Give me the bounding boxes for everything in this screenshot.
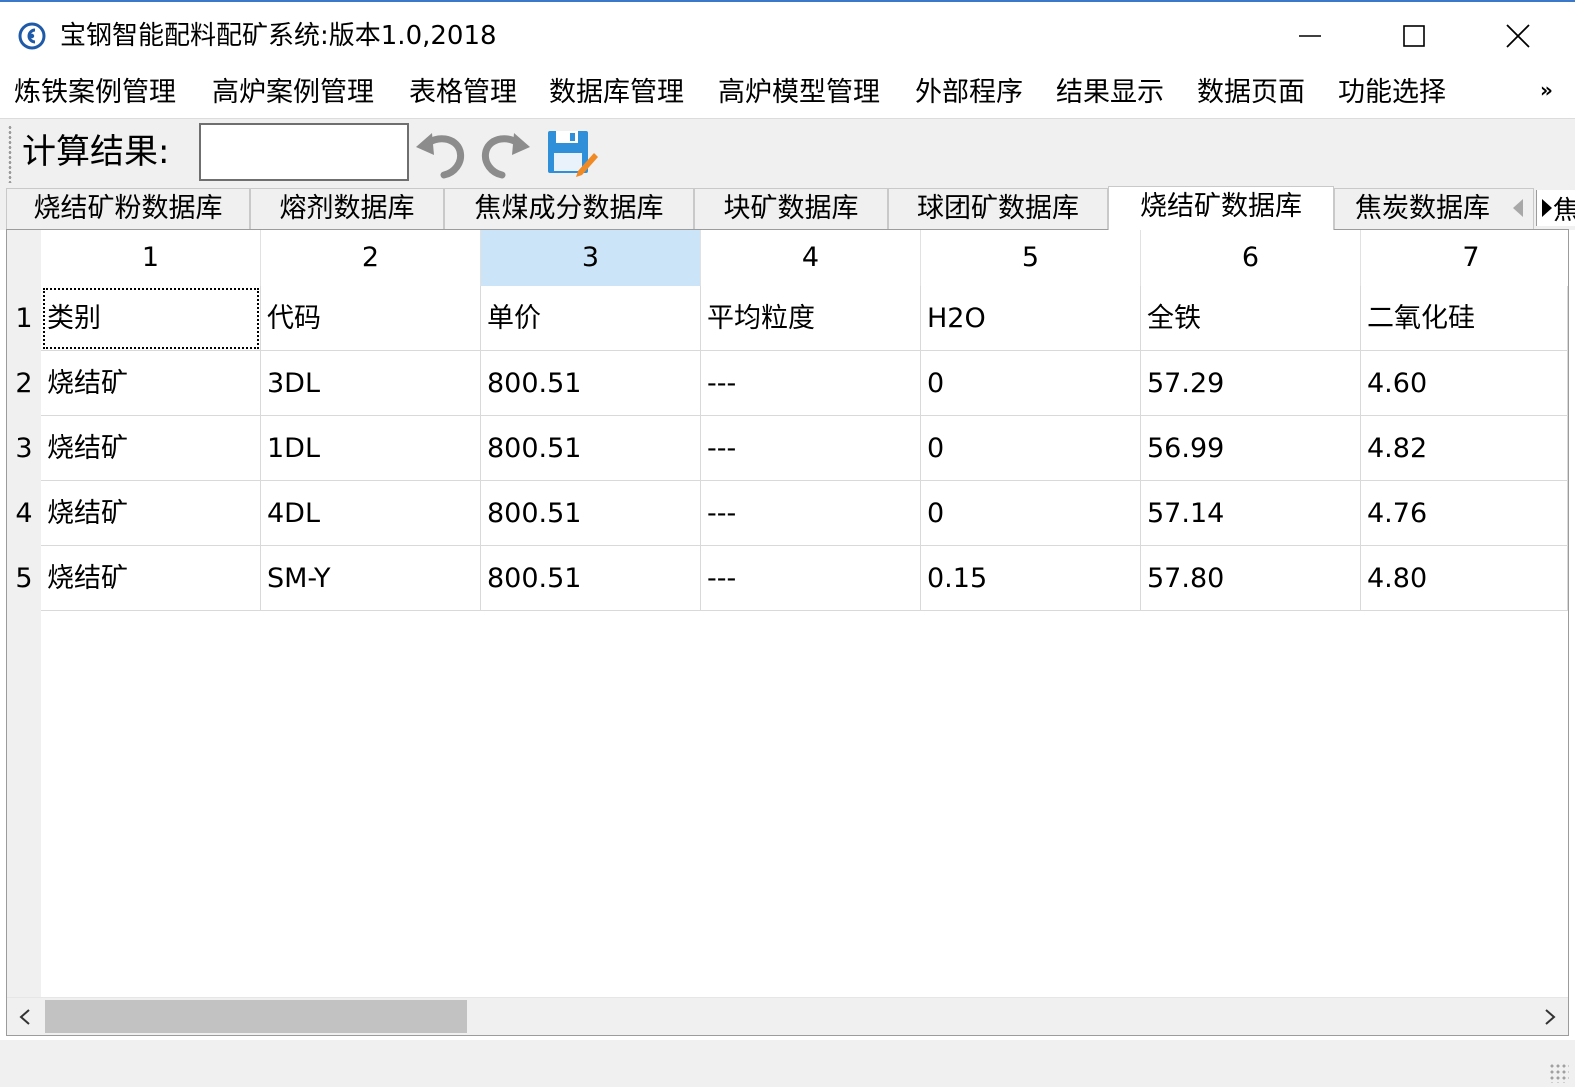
table-cell[interactable]: 烧结矿: [41, 481, 261, 546]
tab-flux-db[interactable]: 熔剂数据库: [250, 188, 444, 230]
chevron-left-icon: [19, 1009, 30, 1025]
table-cell[interactable]: 56.99: [1141, 416, 1361, 481]
menu-data-page[interactable]: 数据页面: [1197, 74, 1305, 112]
menu-bar: 炼铁案例管理 高炉案例管理 表格管理 数据库管理 高炉模型管理 外部程序 结果显…: [0, 68, 1575, 118]
save-icon[interactable]: [544, 125, 600, 181]
menu-blast-furnace-case[interactable]: 高炉案例管理: [212, 74, 374, 112]
calc-result-label: 计算结果:: [22, 132, 170, 172]
table-cell[interactable]: 57.14: [1141, 481, 1361, 546]
table-cell[interactable]: 4.80: [1361, 546, 1568, 611]
database-tabs: 烧结矿粉数据库 熔剂数据库 焦煤成分数据库 块矿数据库 球团矿数据库 烧结矿数据…: [0, 186, 1575, 230]
tab-scroll-right-button[interactable]: 焦: [1536, 190, 1575, 226]
menu-database-management[interactable]: 数据库管理: [549, 74, 684, 112]
minimize-button[interactable]: [1258, 4, 1362, 68]
title-bar: 宝钢智能配料配矿系统:版本1.0,2018: [0, 0, 1575, 68]
column-header-selected[interactable]: 3: [481, 230, 701, 286]
menu-furnace-model[interactable]: 高炉模型管理: [718, 74, 880, 112]
resize-grip-icon[interactable]: [1549, 1063, 1569, 1083]
column-header[interactable]: 1: [41, 230, 261, 286]
row-header[interactable]: 2: [7, 351, 41, 416]
maximize-button[interactable]: [1362, 4, 1466, 68]
menu-external-programs[interactable]: 外部程序: [915, 74, 1023, 112]
table-cell[interactable]: 800.51: [481, 416, 701, 481]
scroll-right-button[interactable]: [1532, 998, 1568, 1035]
calc-result-input[interactable]: [199, 123, 409, 181]
table-cell[interactable]: SM-Y: [261, 546, 481, 611]
triangle-left-icon: [1513, 199, 1523, 217]
column-header[interactable]: 5: [921, 230, 1141, 286]
menu-result-display[interactable]: 结果显示: [1056, 74, 1164, 112]
table-cell[interactable]: 0.15: [921, 546, 1141, 611]
table-cell[interactable]: 0: [921, 481, 1141, 546]
table-cell[interactable]: 烧结矿: [41, 546, 261, 611]
tab-coke-db[interactable]: 焦炭数据库: [1334, 188, 1534, 230]
horizontal-scrollbar[interactable]: [7, 997, 1568, 1035]
toolbar-grip[interactable]: [8, 125, 12, 183]
table-cell[interactable]: ---: [701, 481, 921, 546]
table-cell[interactable]: 烧结矿: [41, 351, 261, 416]
app-logo-icon: [18, 22, 46, 50]
maximize-icon: [1403, 25, 1425, 47]
column-header[interactable]: 4: [701, 230, 921, 286]
tab-sinter-db[interactable]: 烧结矿数据库: [1108, 186, 1334, 230]
table-cell[interactable]: 800.51: [481, 351, 701, 416]
sinter-data-grid[interactable]: 1 2 3 4 5 6 7 1 2 3 4 5 类别 代码 单价 平均粒度 H2…: [6, 229, 1569, 1036]
table-cell[interactable]: 4DL: [261, 481, 481, 546]
scrollbar-thumb[interactable]: [45, 1000, 467, 1033]
tab-scroll-left-button[interactable]: [1506, 190, 1530, 226]
toolbar: 计算结果:: [0, 118, 1575, 186]
table-cell[interactable]: 0: [921, 351, 1141, 416]
table-cell[interactable]: ---: [701, 351, 921, 416]
tab-lump-ore-db[interactable]: 块矿数据库: [694, 188, 888, 230]
table-cell[interactable]: 全铁: [1141, 286, 1361, 351]
tab-overflow-partial-label: 焦: [1553, 190, 1575, 226]
column-header[interactable]: 6: [1141, 230, 1361, 286]
table-cell[interactable]: 烧结矿: [41, 416, 261, 481]
menu-table-management[interactable]: 表格管理: [409, 74, 517, 112]
chevron-right-icon: [1545, 1009, 1556, 1025]
table-cell[interactable]: 二氧化硅: [1361, 286, 1568, 351]
table-cell[interactable]: 800.51: [481, 481, 701, 546]
close-icon: [1506, 24, 1530, 48]
menu-function-select[interactable]: 功能选择: [1338, 74, 1446, 112]
table-cell[interactable]: 4.76: [1361, 481, 1568, 546]
triangle-right-icon: [1542, 199, 1552, 217]
column-header[interactable]: 7: [1361, 230, 1568, 286]
table-cell[interactable]: ---: [701, 546, 921, 611]
table-cell[interactable]: 1DL: [261, 416, 481, 481]
table-cell[interactable]: 0: [921, 416, 1141, 481]
status-bar: [0, 1040, 1575, 1087]
row-header[interactable]: 5: [7, 546, 41, 611]
scroll-left-button[interactable]: [7, 998, 43, 1035]
tab-coking-coal-db[interactable]: 焦煤成分数据库: [444, 188, 694, 230]
redo-icon[interactable]: [478, 125, 534, 181]
undo-icon[interactable]: [412, 125, 468, 181]
tab-pellet-db[interactable]: 球团矿数据库: [888, 188, 1108, 230]
tab-sinter-fines-db[interactable]: 烧结矿粉数据库: [6, 188, 250, 230]
table-cell[interactable]: 代码: [261, 286, 481, 351]
table-cell[interactable]: 平均粒度: [701, 286, 921, 351]
table-cell[interactable]: 3DL: [261, 351, 481, 416]
row-header[interactable]: 1: [7, 286, 41, 351]
table-cell[interactable]: 57.29: [1141, 351, 1361, 416]
menu-overflow-button[interactable]: »: [1540, 78, 1553, 102]
table-cell[interactable]: H2O: [921, 286, 1141, 351]
table-cell[interactable]: ---: [701, 416, 921, 481]
table-cell[interactable]: 800.51: [481, 546, 701, 611]
window-title: 宝钢智能配料配矿系统:版本1.0,2018: [60, 21, 497, 51]
table-cell[interactable]: 4.82: [1361, 416, 1568, 481]
table-cell[interactable]: 单价: [481, 286, 701, 351]
table-cell[interactable]: 类别: [41, 286, 261, 351]
menu-ironmaking-case[interactable]: 炼铁案例管理: [14, 74, 176, 112]
row-header[interactable]: 4: [7, 481, 41, 546]
table-cell[interactable]: 4.60: [1361, 351, 1568, 416]
row-header[interactable]: 3: [7, 416, 41, 481]
table-cell[interactable]: 57.80: [1141, 546, 1361, 611]
minimize-icon: [1299, 35, 1321, 37]
column-header[interactable]: 2: [261, 230, 481, 286]
close-button[interactable]: [1466, 4, 1570, 68]
